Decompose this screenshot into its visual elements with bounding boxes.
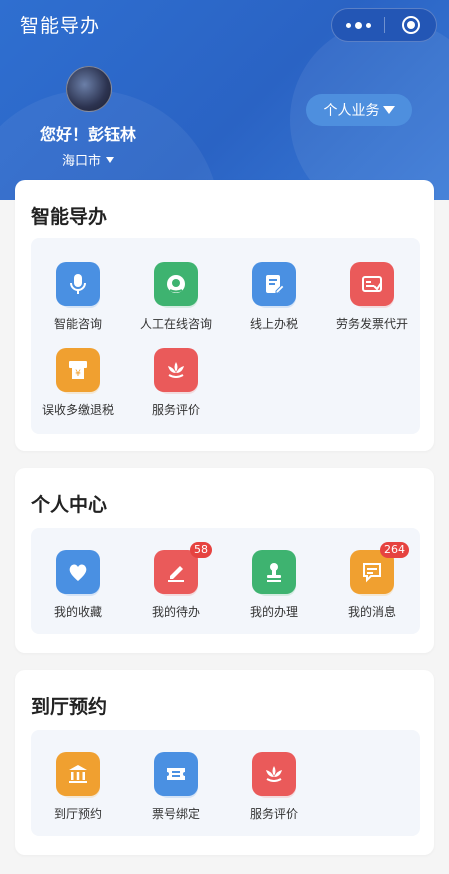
labor-invoice-item[interactable]: 劳务发票代开 (322, 262, 422, 332)
appointment-items-panel: 到厅预约 票号绑定 服务评价 (31, 730, 420, 836)
header: 智能导办 您好！彭钰林 海口市 个人业务 (0, 0, 449, 200)
item-label: 误收多缴退税 (41, 403, 114, 417)
item-label: 我的待办 (151, 605, 200, 619)
city-label: 海口市 (61, 154, 101, 169)
personal-business-label: 个人业务 (323, 103, 380, 119)
my-todo-item[interactable]: 58 我的待办 (126, 542, 226, 620)
tax-refund-item[interactable]: ¥ 误收多缴退税 (28, 348, 128, 418)
more-options-icon[interactable] (332, 9, 384, 41)
personal-items-panel: 我的收藏 58 我的待办 我的办理 264 我的消息 (31, 528, 420, 634)
section-title: 智能导办 (31, 206, 108, 228)
online-agent-consult-item[interactable]: 人工在线咨询 (126, 262, 226, 332)
item-label: 我的办理 (249, 605, 298, 619)
service-rating-item[interactable]: 服务评价 (126, 348, 226, 418)
item-label: 服务评价 (249, 807, 298, 821)
ticket-icon (167, 768, 185, 780)
capsule-divider (384, 17, 385, 33)
section-title: 到厅预约 (31, 696, 108, 718)
todo-count-badge: 58 (190, 542, 212, 558)
guide-section-card: 智能导办 智能咨询 人工在线咨询 线上办税 劳务发票代开 ¥ 误收多缴退税 服务… (15, 180, 434, 451)
personal-section-card: 个人中心 我的收藏 58 我的待办 我的办理 264 我的消息 (15, 468, 434, 653)
close-mini-program-icon[interactable] (402, 16, 420, 34)
my-favorites-item[interactable]: 我的收藏 (28, 550, 128, 620)
item-label: 线上办税 (249, 317, 298, 331)
ticket-binding-item[interactable]: 票号绑定 (126, 752, 226, 822)
microphone-icon (70, 274, 86, 294)
item-label: 服务评价 (151, 403, 200, 417)
refund-yen-icon: ¥ (69, 361, 87, 379)
service-rating-item[interactable]: 服务评价 (224, 752, 324, 822)
item-label: 票号绑定 (151, 807, 200, 821)
guide-items-panel: 智能咨询 人工在线咨询 线上办税 劳务发票代开 ¥ 误收多缴退税 服务评价 (31, 238, 420, 434)
pen-icon (168, 566, 184, 582)
heart-icon (69, 564, 87, 581)
section-title: 个人中心 (31, 494, 108, 516)
item-label: 我的消息 (347, 605, 396, 619)
hall-building-icon (69, 765, 87, 783)
item-label: 智能咨询 (53, 317, 102, 331)
item-label: 劳务发票代开 (335, 317, 408, 331)
my-handling-item[interactable]: 我的办理 (224, 550, 324, 620)
headset-icon (167, 275, 185, 293)
message-count-badge: 264 (380, 542, 409, 558)
online-tax-item[interactable]: 线上办税 (224, 262, 324, 332)
avatar[interactable] (66, 66, 112, 112)
svg-text:¥: ¥ (75, 369, 81, 379)
lotus-icon (168, 362, 184, 378)
greeting-text: 您好！彭钰林 (39, 125, 136, 144)
item-label: 到厅预约 (53, 807, 102, 821)
hall-appointment-item[interactable]: 到厅预约 (28, 752, 128, 822)
personal-business-button[interactable]: 个人业务 (306, 94, 412, 126)
invoice-icon (362, 276, 382, 292)
mini-program-capsule (331, 8, 437, 42)
smart-consult-item[interactable]: 智能咨询 (28, 262, 128, 332)
stamp-icon (267, 563, 281, 582)
my-messages-item[interactable]: 264 我的消息 (322, 542, 422, 620)
app-title: 智能导办 (20, 15, 101, 37)
message-icon (363, 563, 381, 583)
document-edit-icon (266, 275, 285, 294)
item-label: 我的收藏 (53, 605, 102, 619)
appointment-section-card: 到厅预约 到厅预约 票号绑定 服务评价 (15, 670, 434, 855)
city-selector[interactable]: 海口市 (20, 150, 156, 169)
caret-down-icon (382, 106, 395, 114)
item-label: 人工在线咨询 (139, 317, 212, 331)
caret-down-icon (106, 157, 114, 163)
lotus-icon (266, 766, 282, 782)
